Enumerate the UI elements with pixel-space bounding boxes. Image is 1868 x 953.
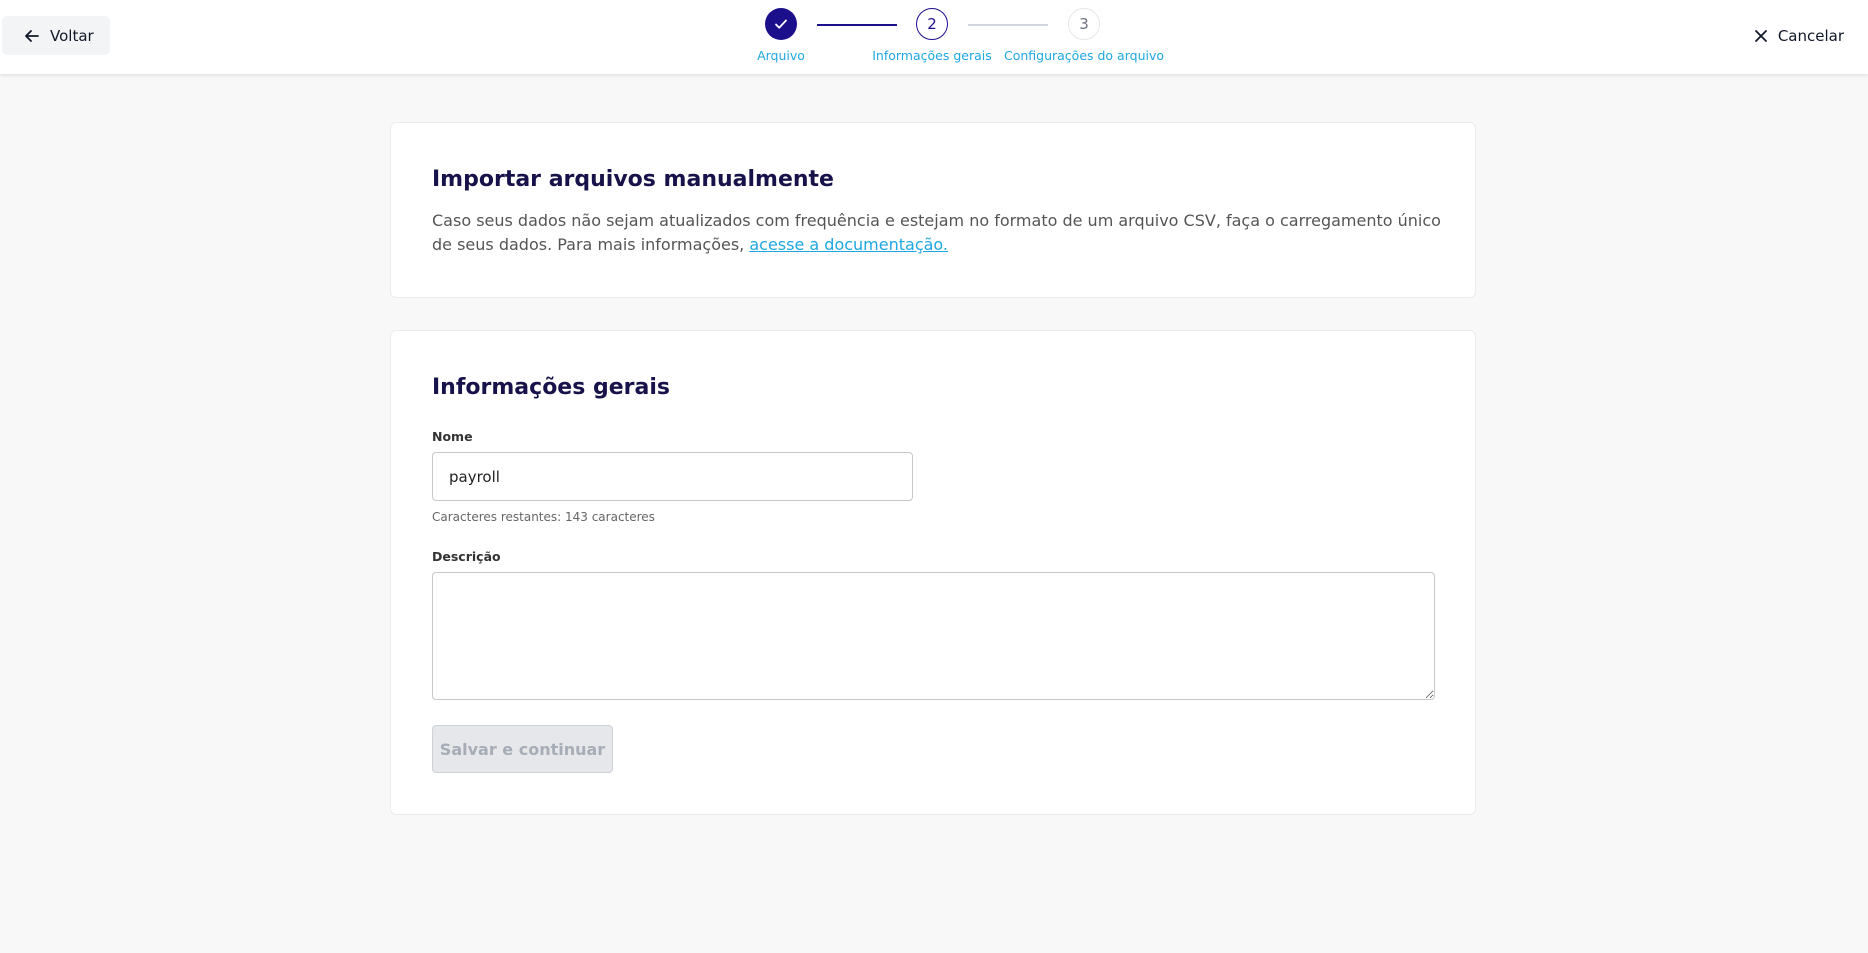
general-info-card: Informações gerais Nome Caracteres resta… — [390, 330, 1476, 815]
name-remaining-hint: Caracteres restantes: 143 caracteres — [432, 510, 655, 524]
back-button[interactable]: Voltar — [2, 16, 110, 55]
step-3-indicator: 3 — [1068, 8, 1100, 40]
description-label: Descrição — [432, 549, 501, 564]
name-input[interactable] — [432, 452, 913, 501]
back-button-label: Voltar — [50, 26, 94, 45]
top-bar: Voltar 2 3 Arquivo Informações gerais Co… — [0, 0, 1868, 74]
step-2-indicator: 2 — [916, 8, 948, 40]
intro-title: Importar arquivos manualmente — [432, 167, 834, 192]
step-1-indicator — [765, 8, 797, 40]
step-1-label: Arquivo — [757, 48, 805, 63]
documentation-link[interactable]: acesse a documentação. — [749, 235, 948, 254]
close-icon — [1754, 30, 1767, 42]
check-icon — [775, 19, 787, 29]
arrow-left-icon — [25, 29, 39, 42]
save-continue-button[interactable]: Salvar e continuar — [432, 725, 613, 773]
intro-card: Importar arquivos manualmente Caso seus … — [390, 122, 1476, 298]
step-connector-2 — [968, 24, 1048, 26]
description-textarea[interactable] — [432, 572, 1435, 700]
step-3-label: Configurações do arquivo — [1003, 48, 1165, 63]
step-connector-1 — [817, 24, 897, 26]
cancel-button-label: Cancelar — [1777, 27, 1844, 45]
step-2-label: Informações gerais — [872, 48, 992, 63]
form-title: Informações gerais — [432, 375, 670, 400]
intro-description: Caso seus dados não sejam atualizados co… — [432, 209, 1442, 257]
cancel-button[interactable]: Cancelar — [1754, 24, 1844, 48]
name-label: Nome — [432, 429, 473, 444]
